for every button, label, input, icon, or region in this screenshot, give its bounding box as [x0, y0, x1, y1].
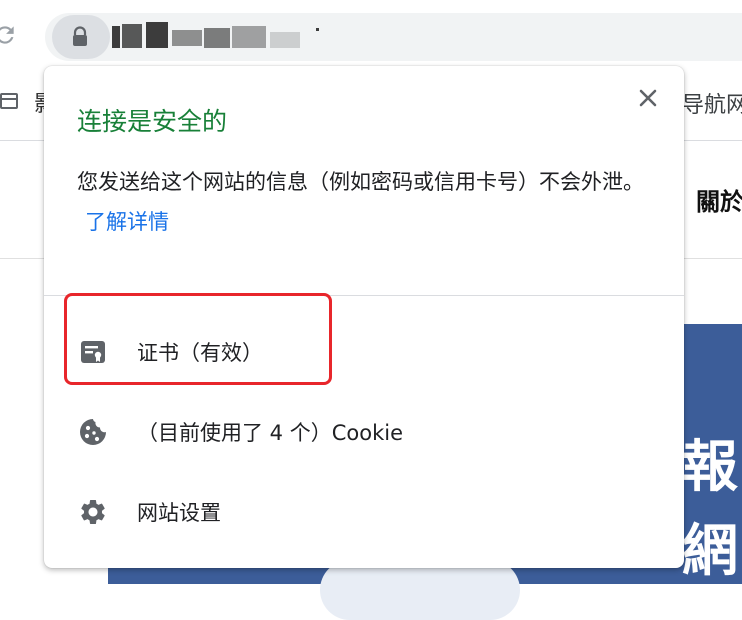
- close-icon[interactable]: [636, 86, 660, 110]
- banner-graphic: [320, 560, 520, 620]
- cookie-icon: [80, 419, 106, 445]
- banner-text-2: 網: [682, 519, 738, 584]
- site-settings-row[interactable]: 网站设置: [44, 482, 684, 542]
- lock-icon: [73, 26, 87, 46]
- banner-text-1: 報: [682, 435, 738, 500]
- page-nav-item[interactable]: 關於: [696, 182, 742, 217]
- site-info-button[interactable]: [52, 15, 110, 59]
- security-description-text: 您发送给这个网站的信息（例如密码或信用卡号）不会外泄。: [77, 170, 644, 194]
- gear-icon: [81, 500, 105, 524]
- connection-secure-title: 连接是安全的: [77, 107, 228, 136]
- cookies-label: （目前使用了 4 个）Cookie: [137, 421, 403, 445]
- security-description: 您发送给这个网站的信息（例如密码或信用卡号）不会外泄。了解详情: [77, 162, 652, 242]
- url-text-redacted: [112, 20, 342, 54]
- bookmark-item-right[interactable]: 导航网: [682, 87, 742, 119]
- reload-icon[interactable]: [0, 22, 18, 48]
- folder-icon[interactable]: [0, 93, 18, 109]
- cookies-row[interactable]: （目前使用了 4 个）Cookie: [44, 402, 684, 462]
- highlight-annotation-box: [64, 293, 332, 385]
- learn-more-link[interactable]: 了解详情: [85, 210, 169, 234]
- site-settings-label: 网站设置: [137, 501, 221, 525]
